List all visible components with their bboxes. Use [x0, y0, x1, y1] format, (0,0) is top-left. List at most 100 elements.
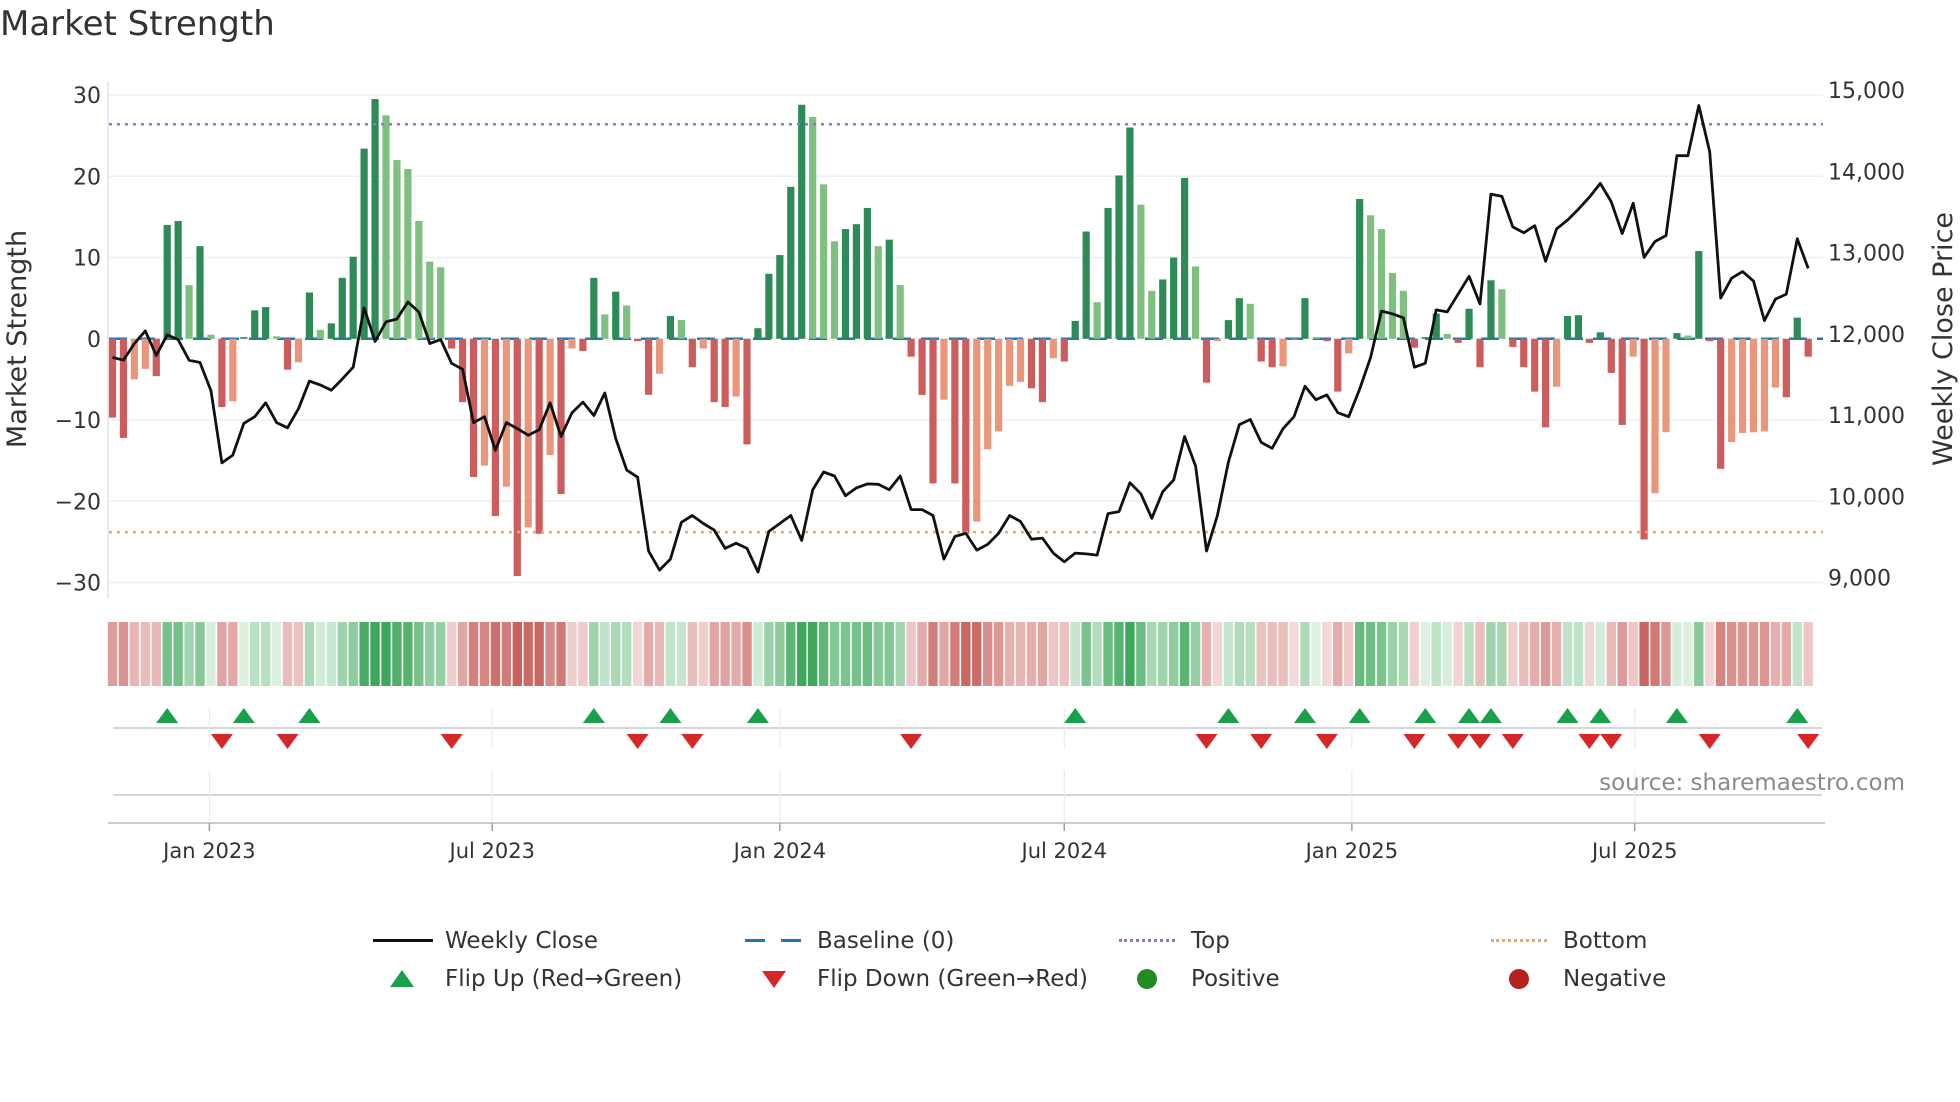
strength-bar	[809, 116, 817, 339]
heat-strip-cell	[1770, 622, 1781, 686]
strength-bar	[688, 338, 696, 368]
x-tick-label: Jul 2023	[448, 839, 535, 863]
strength-bar	[338, 277, 346, 339]
strength-bar	[590, 277, 598, 339]
strength-bar	[634, 338, 642, 342]
strength-bar	[743, 338, 751, 445]
heat-strip-cell	[840, 622, 851, 686]
right-axis-title: Weekly Close Price	[1928, 212, 1959, 466]
heat-strip-cell	[381, 622, 391, 686]
heat-strip-cell	[1158, 622, 1168, 686]
flip-up-marker	[1556, 708, 1579, 723]
heat-strip-cell	[1409, 622, 1420, 686]
strength-bar	[907, 338, 915, 357]
strength-bar	[393, 160, 401, 339]
heat-strip-cell	[162, 622, 172, 686]
strength-bar	[666, 316, 675, 339]
strength-bar	[1356, 199, 1364, 339]
heat-strip-cell	[1125, 622, 1135, 686]
strength-bar	[371, 99, 379, 339]
strength-bar	[218, 338, 226, 408]
heat-strip-cell	[818, 622, 829, 686]
strength-bar	[798, 104, 806, 339]
heat-strip-cell	[271, 622, 282, 686]
strength-bar	[677, 320, 685, 339]
strength-bar	[568, 338, 576, 349]
strength-bar	[1596, 332, 1604, 339]
heat-strip-cell	[206, 622, 216, 686]
heat-strip-cell	[1344, 622, 1354, 686]
strength-bar	[1695, 251, 1703, 339]
heat-strip-cell	[457, 622, 468, 686]
flip-down-marker	[210, 734, 233, 749]
heat-strip-cell	[1114, 622, 1124, 686]
x-tick-label: Jul 2025	[1590, 839, 1677, 863]
strength-bar	[1388, 272, 1397, 339]
heat-strip-cell	[797, 622, 807, 686]
heat-strip-cell	[173, 622, 183, 686]
heat-strip-cell	[1081, 622, 1091, 686]
heat-strip-cell	[1037, 622, 1048, 686]
heat-strip-cell	[1311, 622, 1321, 686]
flip-down-marker	[900, 734, 923, 749]
heat-strip-cell	[1365, 622, 1376, 686]
heat-strip-cell	[1639, 622, 1649, 686]
flip-up-marker	[659, 708, 682, 723]
heat-strip-cell	[1256, 622, 1266, 686]
heat-strip-cell	[1694, 622, 1704, 686]
heat-strip-cell	[567, 622, 577, 686]
heat-strip-cell	[1387, 622, 1398, 686]
flip-up-marker	[1064, 708, 1087, 723]
strength-bar	[1520, 338, 1528, 368]
heat-strip-cell	[446, 622, 457, 686]
heat-strip-cell	[621, 622, 632, 686]
heat-strip-cell	[764, 622, 774, 686]
strength-bar	[1531, 338, 1539, 392]
strength-bar	[962, 338, 970, 534]
strength-bar	[1345, 338, 1353, 354]
heat-strip-cell	[1792, 622, 1802, 686]
strength-bar	[1552, 338, 1561, 387]
right-tick-label: 13,000	[1828, 242, 1905, 267]
strength-bar	[852, 224, 861, 339]
heat-strip-cell	[939, 622, 949, 686]
right-tick-label: 12,000	[1828, 323, 1905, 348]
heat-strip-cell	[632, 622, 643, 686]
strength-bar	[1334, 338, 1342, 392]
strength-bar	[1640, 338, 1648, 540]
heat-strip-cell	[687, 622, 698, 686]
right-tick-label: 10,000	[1828, 485, 1905, 510]
strength-bar	[1082, 231, 1090, 339]
strength-bar	[1421, 337, 1429, 339]
strength-bar	[305, 292, 314, 339]
strength-bar	[776, 255, 784, 339]
heat-strip-cell	[1606, 622, 1616, 686]
heat-strip-cell	[731, 622, 741, 686]
heat-strip-cell	[359, 622, 369, 686]
heat-strip-cell	[414, 622, 424, 686]
strength-bar	[995, 338, 1003, 432]
heat-strip-cell	[326, 622, 336, 686]
strength-bar	[787, 186, 795, 339]
strength-bar	[820, 184, 828, 339]
strength-bar	[1279, 338, 1287, 367]
strength-bar	[1268, 338, 1276, 368]
heat-strip-cell	[1628, 622, 1638, 686]
left-tick-label: −10	[55, 409, 101, 434]
strength-bar	[1181, 177, 1189, 339]
strength-bar	[1465, 308, 1473, 339]
strength-bar	[1618, 338, 1626, 425]
heat-strip-cell	[1715, 622, 1726, 686]
strength-bar	[984, 338, 992, 450]
heat-strip-cell	[1289, 622, 1299, 686]
strength-bar	[1673, 333, 1681, 339]
heat-strip-cell	[993, 622, 1004, 686]
strength-bar	[1542, 338, 1550, 428]
heat-strip-cell	[1168, 622, 1179, 686]
strength-bar	[294, 338, 303, 363]
heat-strip-cell	[895, 622, 905, 686]
flip-down-marker	[1195, 734, 1218, 749]
heat-strip-cell	[118, 622, 129, 686]
heat-strip-cell	[1004, 622, 1015, 686]
strength-bar	[1060, 338, 1068, 362]
